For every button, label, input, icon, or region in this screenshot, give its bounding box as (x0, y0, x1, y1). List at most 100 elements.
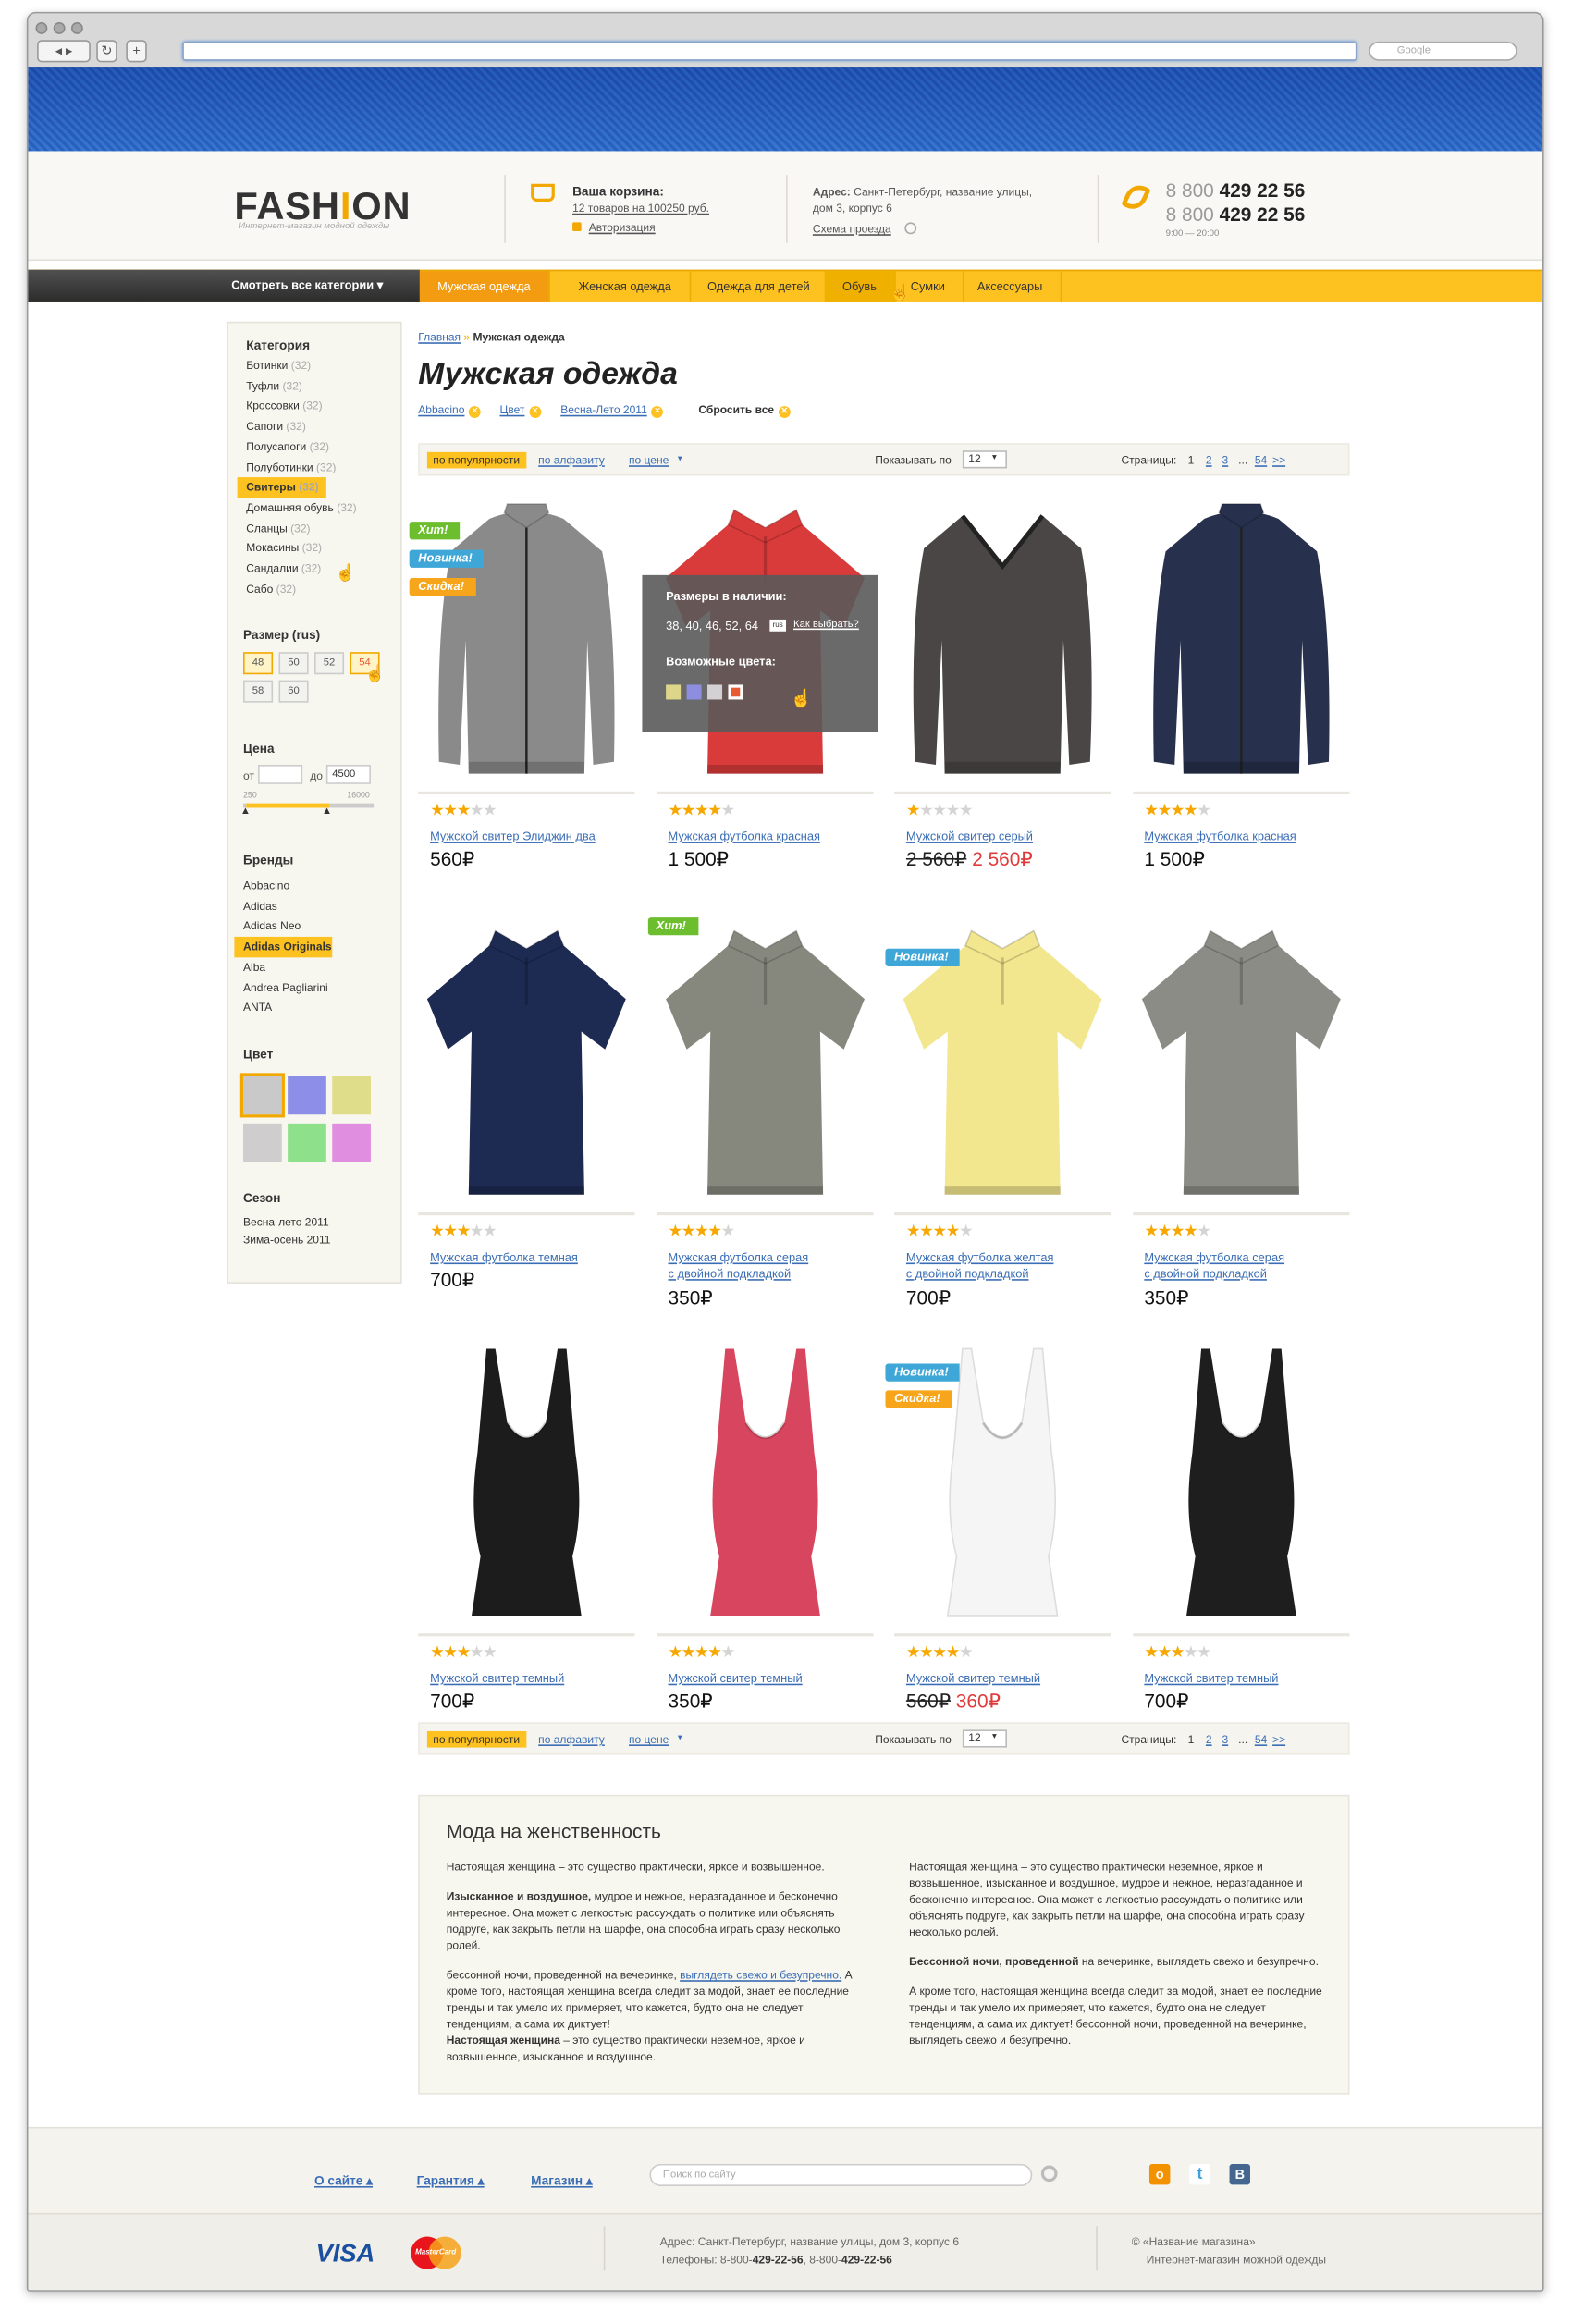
sort-popular-button[interactable]: по популярности (426, 1730, 526, 1748)
product-name-link[interactable]: Мужская футболка желтая с двойной подклад… (906, 1249, 1114, 1282)
sort-alpha-link[interactable]: по алфавиту (538, 1733, 605, 1746)
product-image[interactable] (1133, 492, 1349, 789)
sort-price-link[interactable]: по цене (629, 453, 669, 466)
product-image[interactable] (1133, 913, 1349, 1210)
size-48-button[interactable]: 48 (243, 652, 274, 675)
size-52-button[interactable]: 52 (314, 652, 345, 675)
per-page-select[interactable]: 12 (962, 1729, 1007, 1748)
footer-about-link[interactable]: О сайте ▴ (314, 2173, 373, 2190)
product-name[interactable]: Мужской свитер темный (430, 1672, 564, 1685)
phone-1[interactable]: 8 800 429 22 56 (1166, 179, 1306, 202)
add-tab-icon[interactable]: + (126, 40, 147, 63)
category-name[interactable]: Домашняя обувь (246, 501, 334, 514)
phone-2[interactable]: 8 800 429 22 56 (1166, 203, 1306, 226)
category-item[interactable]: Домашняя обувь (32) (246, 498, 356, 518)
sort-popular-button[interactable]: по популярности (426, 451, 526, 469)
category-name[interactable]: Свитеры (246, 481, 296, 494)
popup-color-swatch[interactable] (707, 684, 723, 700)
color-swatch[interactable] (332, 1123, 371, 1162)
odnoklassniki-icon[interactable]: o (1148, 2163, 1171, 2185)
page-2-link[interactable]: 2 (1206, 453, 1212, 466)
product-name[interactable]: Мужская футболка серая (1144, 1251, 1284, 1264)
back-forward-button[interactable]: ◂ ▸ (37, 40, 91, 63)
product-name-link[interactable]: Мужская футболка красная (1144, 829, 1352, 845)
product-name[interactable]: Мужской свитер темный (906, 1672, 1040, 1685)
search-icon[interactable] (904, 222, 917, 235)
nav-womens[interactable]: Женская одежда (560, 271, 691, 302)
cart-summary-link[interactable]: 12 товаров на 100250 руб. (572, 202, 709, 215)
product-name[interactable]: Мужская футболка красная (669, 830, 820, 843)
sort-price-link[interactable]: по цене (629, 1733, 669, 1746)
category-name[interactable]: Сапоги (246, 420, 283, 433)
product-name-link[interactable]: Мужская футболка серая с двойной подкладк… (669, 1249, 877, 1282)
filter-reset[interactable]: Сбросить все ✕ (698, 403, 791, 418)
all-categories-button[interactable]: Смотреть все категории ▾ (231, 278, 383, 291)
filter-abbacino[interactable]: Abbacino ✕ (418, 403, 482, 418)
category-name[interactable]: Сандалии (246, 561, 298, 574)
brand-item[interactable]: Alba (243, 957, 332, 978)
page-last-link[interactable]: 54 (1255, 1733, 1267, 1746)
category-item[interactable]: Свитеры (32) (237, 477, 326, 498)
price-from-input[interactable] (258, 764, 303, 784)
nav-kids[interactable]: Одежда для детей (690, 271, 829, 302)
color-swatch[interactable] (288, 1076, 326, 1115)
product-name-2[interactable]: с двойной подкладкой (669, 1267, 792, 1280)
category-name[interactable]: Сабо (246, 582, 273, 595)
brand-item[interactable]: Andrea Pagliarini (243, 978, 332, 998)
category-name[interactable]: Полуботинки (246, 461, 313, 473)
category-name[interactable]: Мокасины (246, 542, 299, 555)
per-page-select[interactable]: 12 (962, 450, 1007, 469)
product-name[interactable]: Мужской свитер темный (669, 1672, 803, 1685)
slider-handle-max[interactable]: ▲ (322, 806, 332, 817)
category-item[interactable]: Кроссовки (32) (246, 397, 356, 417)
size-50-button[interactable]: 50 (278, 652, 309, 675)
nav-shoes[interactable]: Обувь (824, 271, 896, 302)
product-name-link[interactable]: Мужская футболка серая с двойной подкладк… (1144, 1249, 1352, 1282)
category-item[interactable]: Сапоги (32) (246, 417, 356, 437)
category-name[interactable]: Кроссовки (246, 400, 300, 412)
map-link[interactable]: Схема проезда (813, 222, 891, 235)
product-name[interactable]: Мужская футболка красная (1144, 830, 1296, 843)
footer-shop-link[interactable]: Магазин ▴ (531, 2173, 593, 2190)
twitter-icon[interactable]: t (1189, 2163, 1210, 2185)
page-next-link[interactable]: >> (1272, 453, 1285, 466)
category-item[interactable]: Полуботинки (32) (246, 457, 356, 477)
product-name-link[interactable]: Мужской свитер темный (1144, 1670, 1352, 1687)
search-icon[interactable] (1040, 2165, 1058, 2183)
product-name-link[interactable]: Мужской свитер Элиджин два (430, 829, 638, 845)
category-item[interactable]: Туфли (32) (246, 376, 356, 397)
close-dot[interactable] (35, 22, 48, 34)
product-name[interactable]: Мужская футболка серая (669, 1251, 809, 1264)
product-name-link[interactable]: Мужской свитер темный (430, 1670, 638, 1687)
page-1[interactable]: 1 (1188, 1733, 1195, 1746)
seo-link[interactable]: выглядеть свежо и безупречно. (680, 1968, 841, 1981)
product-name-2[interactable]: с двойной подкладкой (1144, 1267, 1267, 1280)
product-name[interactable]: Мужская футболка темная (430, 1251, 578, 1264)
color-swatch[interactable] (243, 1123, 282, 1162)
page-last-link[interactable]: 54 (1255, 453, 1267, 466)
product-name-link[interactable]: Мужская футболка красная (669, 829, 877, 845)
category-name[interactable]: Туфли (246, 379, 279, 392)
nav-mens[interactable]: Мужская одежда (419, 271, 550, 302)
footer-warranty-link[interactable]: Гарантия ▴ (417, 2173, 485, 2190)
product-name[interactable]: Мужская футболка желтая (906, 1251, 1054, 1264)
popup-color-swatch[interactable] (686, 684, 702, 700)
popup-color-swatch[interactable] (728, 684, 743, 700)
category-name[interactable]: Полусапоги (246, 440, 306, 453)
product-name-link[interactable]: Мужская футболка темная (430, 1249, 638, 1266)
nav-accessories[interactable]: Аксессуары (960, 271, 1062, 302)
page-next-link[interactable]: >> (1272, 1733, 1285, 1746)
brand-item[interactable]: Abbacino (243, 876, 332, 896)
product-image[interactable] (1133, 1334, 1349, 1630)
address-bar[interactable] (182, 41, 1357, 61)
product-name[interactable]: Мужской свитер темный (1144, 1672, 1278, 1685)
page-3-link[interactable]: 3 (1222, 453, 1229, 466)
filter-season[interactable]: Весна-Лето 2011 ✕ (560, 403, 664, 418)
product-name[interactable]: Мужской свитер Элиджин два (430, 830, 596, 843)
category-name[interactable]: Сланцы (246, 522, 288, 535)
product-name-2[interactable]: с двойной подкладкой (906, 1267, 1029, 1280)
browser-search[interactable]: Google (1369, 41, 1517, 61)
brand-item[interactable]: Adidas (243, 896, 332, 916)
product-name-link[interactable]: Мужской свитер серый (906, 829, 1114, 845)
reload-icon[interactable]: ↻ (96, 40, 117, 63)
